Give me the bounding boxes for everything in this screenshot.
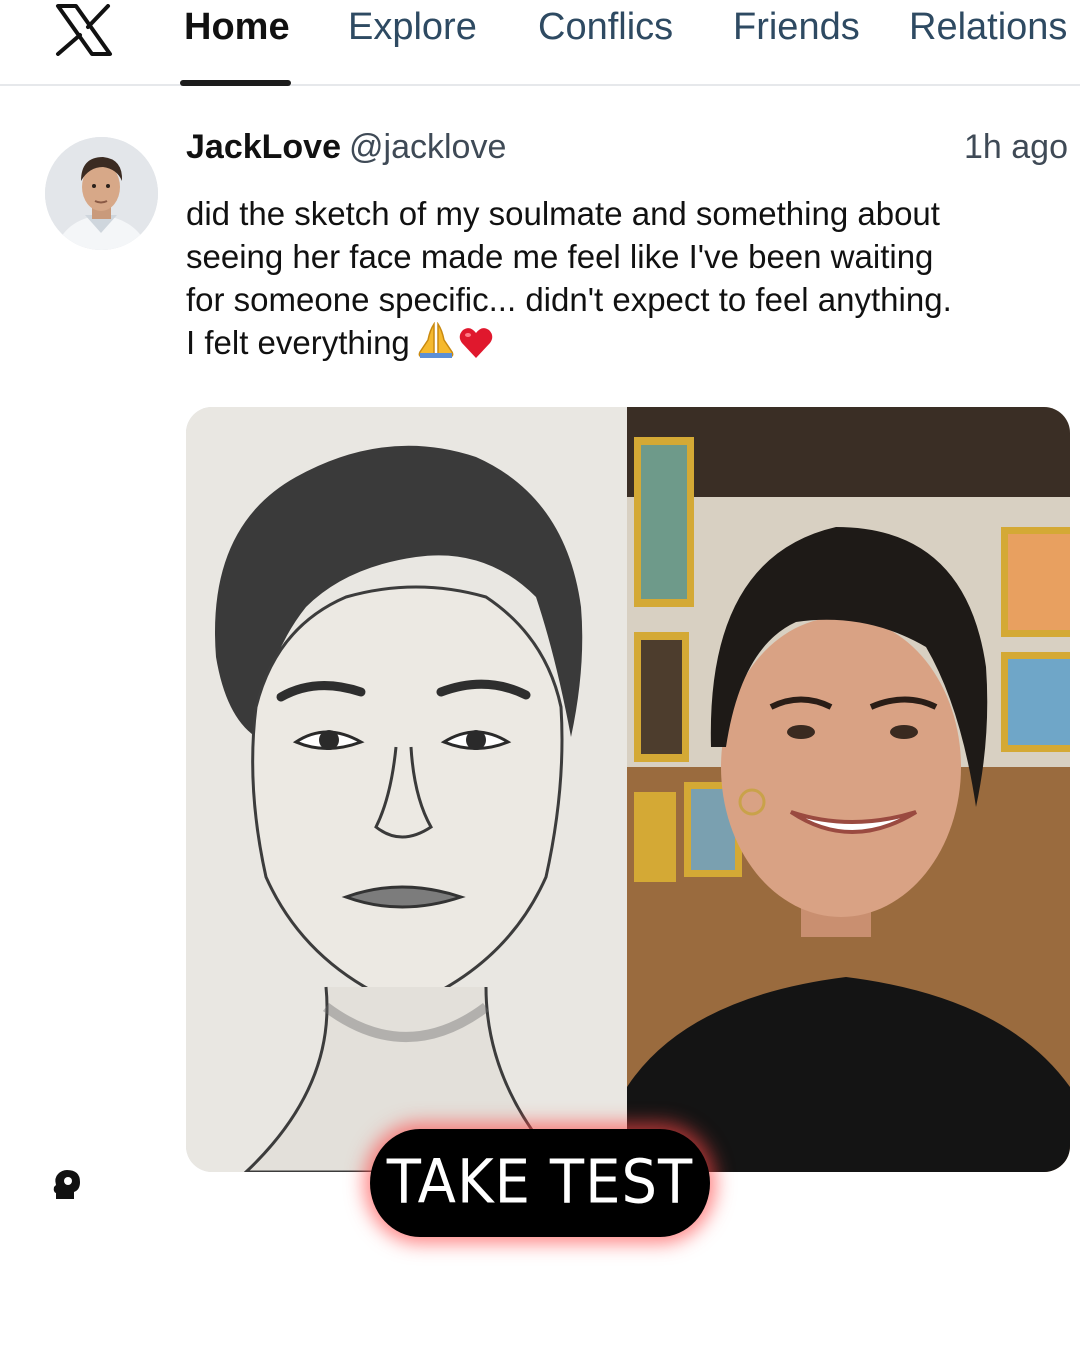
- avatar-portrait: [45, 137, 158, 250]
- head-silhouette-icon: [53, 1170, 80, 1199]
- top-navigation: Home Explore Conflics Friends Relations: [0, 0, 1080, 86]
- display-name[interactable]: JackLove: [186, 128, 341, 166]
- tab-friends[interactable]: Friends: [733, 4, 860, 50]
- pray-emoji-icon: [418, 322, 454, 358]
- tab-explore[interactable]: Explore: [348, 4, 477, 50]
- post-timestamp[interactable]: 1h ago: [964, 128, 1068, 167]
- post-text-line: for someone specific... didn't expect to…: [186, 281, 952, 318]
- post-text-line: I felt everything: [186, 324, 410, 361]
- post-text: did the sketch of my soulmate and someth…: [186, 192, 1006, 364]
- user-handle[interactable]: @jacklove: [349, 128, 506, 166]
- photo-image: [627, 407, 1070, 1172]
- post-text-line: did the sketch of my soulmate and someth…: [186, 195, 940, 232]
- tab-relations[interactable]: Relations: [909, 4, 1067, 50]
- red-heart-emoji-icon: [459, 328, 493, 358]
- post-media[interactable]: [186, 407, 1070, 1172]
- tab-conflics[interactable]: Conflics: [538, 4, 673, 50]
- post-text-line: seeing her face made me feel like I've b…: [186, 238, 934, 275]
- tab-home[interactable]: Home: [184, 4, 290, 50]
- active-tab-indicator: [180, 80, 291, 86]
- post-text-line-last: I felt everything: [186, 321, 1006, 364]
- x-logo-icon[interactable]: [50, 4, 118, 56]
- post-header: JackLove @jacklove: [186, 128, 506, 174]
- avatar[interactable]: [45, 137, 158, 250]
- pencil-sketch-image: [186, 407, 627, 1172]
- take-test-button[interactable]: TAKE TEST: [370, 1129, 710, 1237]
- media-images: [186, 407, 1070, 1172]
